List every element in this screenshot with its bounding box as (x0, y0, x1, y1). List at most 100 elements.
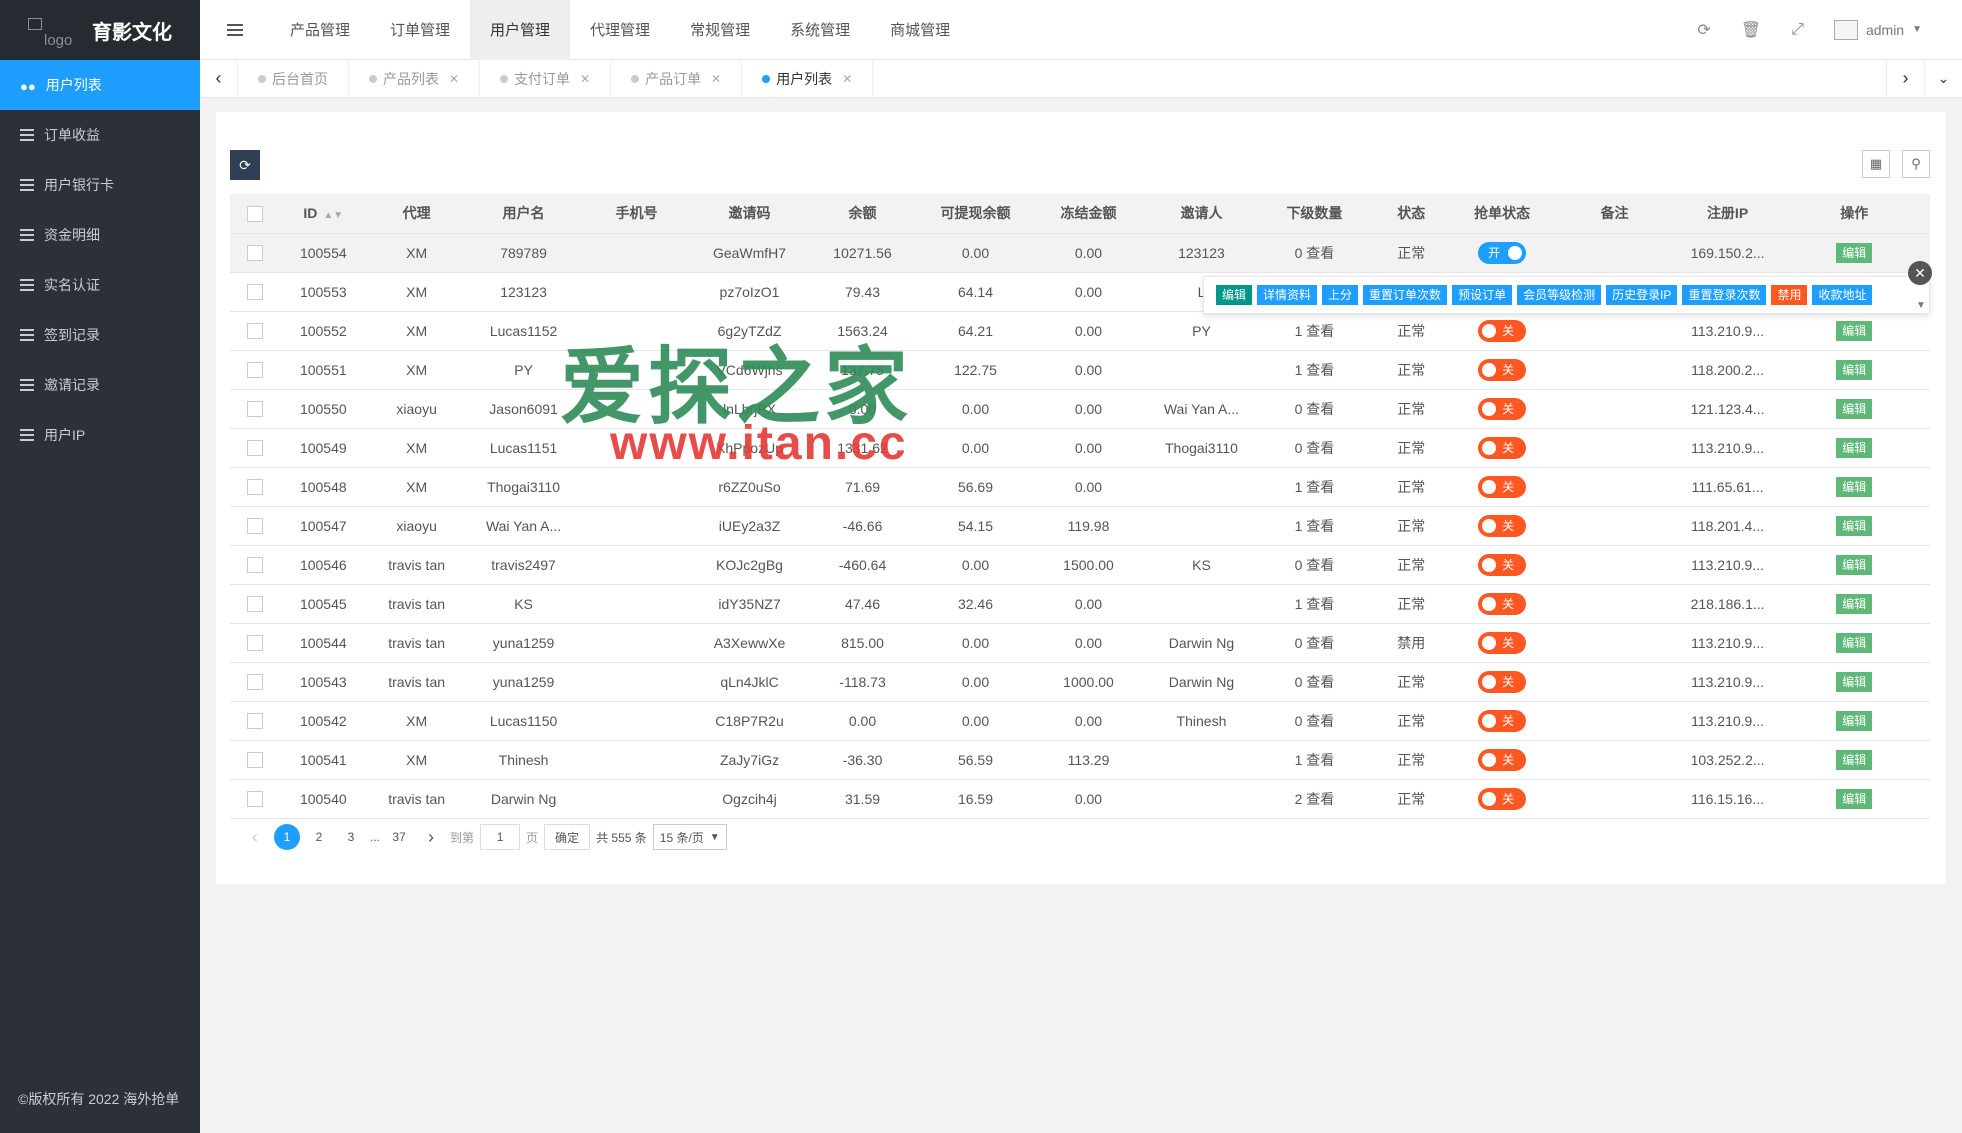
grab-status-switch[interactable]: 关 (1478, 670, 1527, 693)
view-subs-link[interactable]: 查看 (1306, 752, 1334, 768)
grab-status-switch[interactable]: 关 (1478, 358, 1527, 381)
trash-icon[interactable]: 🗑 (1741, 20, 1761, 40)
nav-users[interactable]: 用户管理 (470, 0, 571, 60)
table-row[interactable]: 100552 XM Lucas1152 6g2yTZdZ 1563.24 64.21 0.0… (230, 311, 1930, 351)
sidebar-item-bank-cards[interactable]: 用户银行卡 (0, 160, 200, 210)
goto-page-input[interactable]: 1 (480, 824, 521, 850)
sidebar-item-user-ip[interactable]: 用户IP (0, 410, 200, 460)
row-edit-button[interactable]: 编辑 (1836, 632, 1873, 653)
row-edit-button[interactable]: 编辑 (1836, 671, 1873, 692)
row-edit-button[interactable]: 编辑 (1836, 437, 1873, 458)
fullscreen-icon[interactable]: ⤢ (1791, 21, 1804, 39)
page-1[interactable]: 1 (274, 824, 300, 850)
tabs-scroll-right-icon[interactable]: › (1886, 59, 1924, 98)
grab-status-switch[interactable]: 关 (1478, 319, 1527, 342)
row-checkbox[interactable] (247, 479, 264, 496)
column-filter-button[interactable]: ▦ (1862, 150, 1890, 178)
nav-orders[interactable]: 订单管理 (370, 0, 470, 60)
table-row[interactable]: 100540 travis tan Darwin Ng Ogzcih4j 31.59 16… (230, 779, 1930, 819)
popup-close-icon[interactable]: ✕ (1908, 261, 1932, 285)
grab-status-switch[interactable]: 关 (1478, 748, 1527, 771)
tabs-menu-chevron-icon[interactable]: ⌄ (1924, 59, 1962, 98)
row-checkbox[interactable] (247, 635, 264, 652)
popup-preset-order-button[interactable]: 预设订单 (1452, 285, 1513, 305)
table-row[interactable]: 100543 travis tan yuna1259 qLn4JklC -118.73 0… (230, 662, 1930, 702)
row-checkbox[interactable] (247, 323, 264, 340)
popup-scroll-down-icon[interactable]: ▼ (1916, 300, 1926, 311)
col-id[interactable]: ID ▲▼ (280, 194, 367, 234)
view-subs-link[interactable]: 查看 (1306, 479, 1334, 495)
tab-product-list[interactable]: 产品列表 ✕ (349, 59, 481, 98)
sidebar-item-order-income[interactable]: 订单收益 (0, 110, 200, 160)
popup-details-button[interactable]: 详情资料 (1257, 285, 1318, 305)
row-checkbox[interactable] (247, 362, 264, 379)
table-row[interactable]: 100541 XM Thinesh ZaJy7iGz -36.30 56.59 113.29… (230, 740, 1930, 780)
view-subs-link[interactable]: 查看 (1306, 674, 1334, 690)
tab-close-icon[interactable]: ✕ (842, 72, 852, 86)
tab-payment-orders[interactable]: 支付订单 ✕ (480, 59, 612, 98)
table-row[interactable]: 100544 travis tan yuna1259 A3XewwXe 815.00 0.… (230, 623, 1930, 663)
page-3[interactable]: 3 (338, 824, 364, 850)
tab-close-icon[interactable]: ✕ (711, 72, 721, 86)
row-checkbox[interactable] (247, 518, 264, 535)
row-edit-button[interactable]: 编辑 (1836, 515, 1873, 536)
grab-status-switch[interactable]: 关 (1478, 397, 1527, 420)
row-checkbox[interactable] (247, 596, 264, 613)
view-subs-link[interactable]: 查看 (1306, 323, 1334, 339)
nav-agents[interactable]: 代理管理 (570, 0, 670, 60)
grab-status-switch[interactable]: 关 (1478, 709, 1527, 732)
nav-products[interactable]: 产品管理 (270, 0, 370, 60)
table-row[interactable]: 100551 XM PY VCd6Wjhs 137.75 122.75 0.00 1 查看 正常… (230, 350, 1930, 390)
row-checkbox[interactable] (247, 440, 264, 457)
popup-add-points-button[interactable]: 上分 (1322, 285, 1359, 305)
page-size-select[interactable]: 15 条/页 ▼ (652, 824, 727, 850)
tab-product-orders[interactable]: 产品订单 ✕ (611, 59, 743, 98)
table-row[interactable]: 100549 XM Lucas1151 XhPpozUp 1331.62 0.00 0.00… (230, 428, 1930, 468)
grab-status-switch[interactable]: 开 (1478, 241, 1527, 264)
tab-user-list[interactable]: 用户列表 ✕ (742, 59, 874, 98)
search-button[interactable]: ⚲ (1902, 150, 1930, 178)
page-last[interactable]: 37 (386, 824, 412, 850)
nav-system[interactable]: 系统管理 (770, 0, 870, 60)
row-checkbox[interactable] (247, 674, 264, 691)
popup-level-check-button[interactable]: 会员等级检测 (1517, 285, 1602, 305)
grab-status-switch[interactable]: 关 (1478, 514, 1527, 537)
row-checkbox[interactable] (247, 284, 264, 301)
nav-shop[interactable]: 商城管理 (870, 0, 970, 60)
tab-close-icon[interactable]: ✕ (449, 72, 459, 86)
grab-status-switch[interactable]: 关 (1478, 475, 1527, 498)
table-row[interactable]: 100548 XM Thogai3110 r6ZZ0uSo 71.69 56.69 0.00… (230, 467, 1930, 507)
table-refresh-button[interactable]: ⟳ (230, 150, 260, 180)
goto-confirm-button[interactable]: 确定 (544, 824, 591, 850)
sidebar-item-checkin[interactable]: 签到记录 (0, 310, 200, 360)
tab-close-icon[interactable]: ✕ (580, 72, 590, 86)
popup-login-ip-history-button[interactable]: 历史登录IP (1606, 285, 1678, 305)
view-subs-link[interactable]: 查看 (1306, 596, 1334, 612)
table-row[interactable]: 100554 XM 789789 GeaWmfH7 10271.56 0.00 0.00 12… (230, 233, 1930, 273)
view-subs-link[interactable]: 查看 (1306, 635, 1334, 651)
next-page-icon[interactable]: › (418, 824, 444, 850)
view-subs-link[interactable]: 查看 (1306, 401, 1334, 417)
popup-disable-button[interactable]: 禁用 (1771, 285, 1808, 305)
table-row[interactable]: 100546 travis tan travis2497 KOJc2gBg -460.6… (230, 545, 1930, 585)
grab-status-switch[interactable]: 关 (1478, 553, 1527, 576)
sidebar-item-fund-details[interactable]: 资金明细 (0, 210, 200, 260)
table-row[interactable]: 100550 xiaoyu Jason6091 lnLbrjPX 0.00 0.00 0.0… (230, 389, 1930, 429)
sidebar-item-user-list[interactable]: ●● 用户列表 (0, 60, 200, 110)
row-checkbox[interactable] (247, 713, 264, 730)
grab-status-switch[interactable]: 关 (1478, 436, 1527, 459)
row-checkbox[interactable] (247, 557, 264, 574)
page-2[interactable]: 2 (306, 824, 332, 850)
popup-reset-login-count-button[interactable]: 重置登录次数 (1682, 285, 1767, 305)
row-checkbox[interactable] (247, 401, 264, 418)
view-subs-link[interactable]: 查看 (1306, 245, 1334, 261)
view-subs-link[interactable]: 查看 (1306, 440, 1334, 456)
sort-icon[interactable]: ▲▼ (323, 210, 343, 221)
view-subs-link[interactable]: 查看 (1306, 362, 1334, 378)
row-edit-button[interactable]: 编辑 (1836, 476, 1873, 497)
sidebar-item-verification[interactable]: 实名认证 (0, 260, 200, 310)
nav-general[interactable]: 常规管理 (670, 0, 770, 60)
table-row[interactable]: 100545 travis tan KS idY35NZ7 47.46 32.46 0.00… (230, 584, 1930, 624)
grab-status-switch[interactable]: 关 (1478, 631, 1527, 654)
row-edit-button[interactable]: 编辑 (1836, 242, 1873, 263)
